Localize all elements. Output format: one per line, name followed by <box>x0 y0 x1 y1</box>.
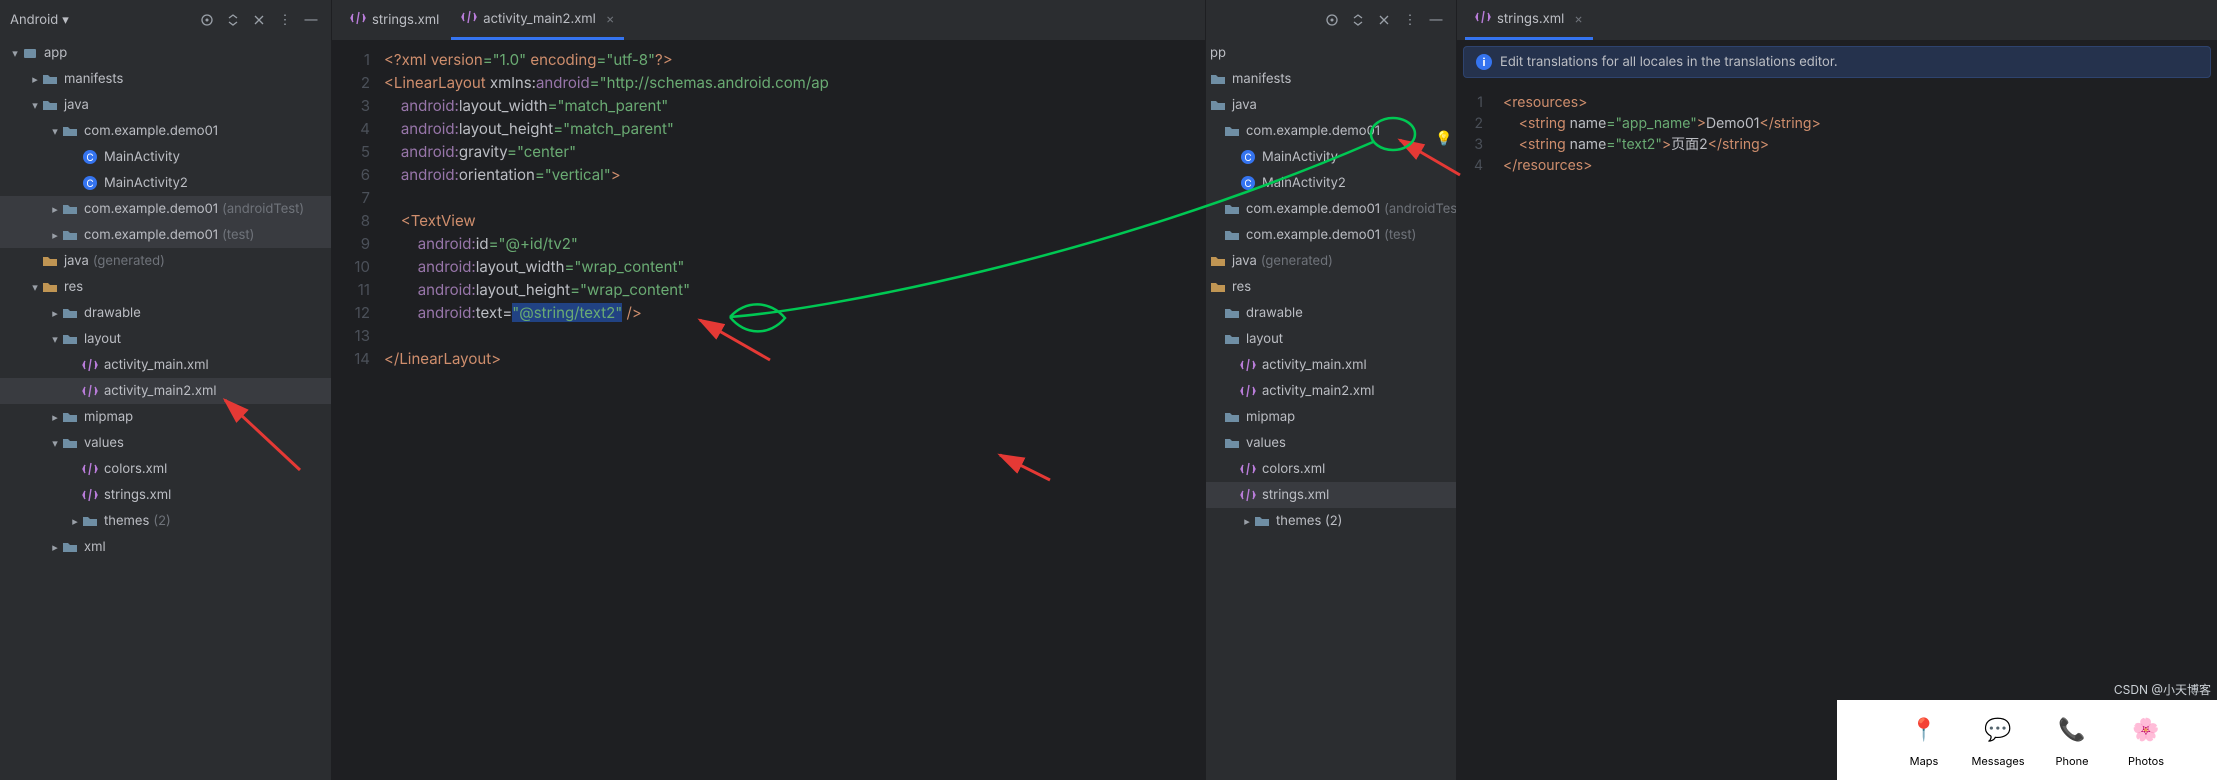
tree-app[interactable]: ▾app <box>0 40 331 66</box>
editor-tabs-right: strings.xml × <box>1457 0 2217 40</box>
tree-themes[interactable]: ▸themes(2) <box>0 508 331 534</box>
tab-label: activity_main2.xml <box>483 11 596 27</box>
close-icon[interactable] <box>1374 10 1394 30</box>
editor-gutter: 1234 5678 9101112 1314 <box>332 40 384 780</box>
tab-label: strings.xml <box>372 12 439 28</box>
locate-icon[interactable] <box>197 10 217 30</box>
xml-file-icon <box>1475 9 1491 29</box>
minimize-icon[interactable]: — <box>301 10 321 30</box>
tree-manifests[interactable]: ▸manifests <box>0 66 331 92</box>
close-icon[interactable] <box>249 10 269 30</box>
tree-drawable[interactable]: ▸drawable <box>0 300 331 326</box>
app-phone[interactable]: 📞Phone <box>2047 708 2097 768</box>
locate-icon[interactable] <box>1322 10 1342 30</box>
code-editor-strings[interactable]: 1234 <resources> <string name="app_name"… <box>1457 84 2217 176</box>
mini-pkg-androidtest[interactable]: com.example.demo01(androidTest) <box>1206 196 1456 222</box>
tree-pkg[interactable]: ▾com.example.demo01 <box>0 118 331 144</box>
tree-pkg-androidtest[interactable]: ▸com.example.demo01(androidTest) <box>0 196 331 222</box>
mini-mipmap[interactable]: mipmap <box>1206 404 1456 430</box>
more-icon[interactable]: ⋮ <box>1400 10 1420 30</box>
code-editor-main[interactable]: 1234 5678 9101112 1314 <?xml version="1.… <box>332 40 1205 780</box>
project-tree-left[interactable]: ▾app ▸manifests ▾java ▾com.example.demo0… <box>0 40 331 780</box>
svg-text:C: C <box>1244 152 1251 164</box>
tree-colors-xml[interactable]: colors.xml <box>0 456 331 482</box>
tree-res[interactable]: ▾res <box>0 274 331 300</box>
tree-java[interactable]: ▾java <box>0 92 331 118</box>
chevron-down-icon: ▾ <box>62 12 69 28</box>
expand-icon[interactable] <box>223 10 243 30</box>
mini-java-gen[interactable]: java(generated) <box>1206 248 1456 274</box>
mini-colors[interactable]: colors.xml <box>1206 456 1456 482</box>
tree-strings-xml[interactable]: strings.xml <box>0 482 331 508</box>
tree-xml-folder[interactable]: ▸xml <box>0 534 331 560</box>
tab-close-icon[interactable]: × <box>606 11 615 27</box>
tree-values[interactable]: ▾values <box>0 430 331 456</box>
mini-app[interactable]: pp <box>1206 40 1456 66</box>
info-icon: i <box>1476 54 1492 70</box>
mini-res[interactable]: res <box>1206 274 1456 300</box>
mini-manifests[interactable]: manifests <box>1206 66 1456 92</box>
tree-mipmap[interactable]: ▸mipmap <box>0 404 331 430</box>
tree-label: app <box>44 45 67 61</box>
project-view-dropdown[interactable]: Android ▾ <box>10 12 69 28</box>
code-body[interactable]: <resources> <string name="app_name">Demo… <box>1497 84 2217 176</box>
mini-values[interactable]: values <box>1206 430 1456 456</box>
mini-strings[interactable]: strings.xml <box>1206 482 1456 508</box>
watermark-text: CSDN @小天博客 <box>2114 681 2211 698</box>
minimize-icon[interactable]: — <box>1426 10 1446 30</box>
expand-icon[interactable] <box>1348 10 1368 30</box>
xml-file-icon <box>350 10 366 30</box>
translations-notice[interactable]: i Edit translations for all locales in t… <box>1463 46 2211 78</box>
svg-text:C: C <box>86 178 93 190</box>
more-icon[interactable]: ⋮ <box>275 10 295 30</box>
mini-mainactivity[interactable]: CMainActivity <box>1206 144 1456 170</box>
mini-activity-main2[interactable]: activity_main2.xml <box>1206 378 1456 404</box>
mini-drawable[interactable]: drawable <box>1206 300 1456 326</box>
tab-strings-xml[interactable]: strings.xml <box>340 0 449 40</box>
tree-java-gen[interactable]: java(generated) <box>0 248 331 274</box>
app-photos[interactable]: 🌸Photos <box>2121 708 2171 768</box>
svg-text:C: C <box>86 152 93 164</box>
editor-gutter: 1234 <box>1457 84 1497 176</box>
mini-java[interactable]: java <box>1206 92 1456 118</box>
code-body[interactable]: <?xml version="1.0" encoding="utf-8"?><L… <box>384 40 1205 780</box>
tree-mainactivity2[interactable]: CMainActivity2 <box>0 170 331 196</box>
mini-pkg-test[interactable]: com.example.demo01(test) <box>1206 222 1456 248</box>
project-tree-right[interactable]: pp manifests java com.example.demo01 CMa… <box>1206 40 1456 780</box>
tree-activity-main[interactable]: activity_main.xml <box>0 352 331 378</box>
tree-mainactivity[interactable]: CMainActivity <box>0 144 331 170</box>
mini-themes[interactable]: ▸themes (2) <box>1206 508 1456 534</box>
mini-activity-main[interactable]: activity_main.xml <box>1206 352 1456 378</box>
tree-layout[interactable]: ▾layout <box>0 326 331 352</box>
notice-text: Edit translations for all locales in the… <box>1500 54 1838 70</box>
app-maps[interactable]: 📍Maps <box>1899 708 1949 768</box>
intention-bulb-icon[interactable]: 💡 <box>1435 128 1452 149</box>
xml-file-icon <box>461 9 477 29</box>
project-view-label: Android <box>10 12 58 28</box>
tab-label: strings.xml <box>1497 11 1564 27</box>
mini-layout[interactable]: layout <box>1206 326 1456 352</box>
svg-text:C: C <box>1244 178 1251 190</box>
mini-pkg[interactable]: com.example.demo01 <box>1206 118 1456 144</box>
tab-activity-main2[interactable]: activity_main2.xml × <box>451 0 624 40</box>
tree-pkg-test[interactable]: ▸com.example.demo01(test) <box>0 222 331 248</box>
tab-close-icon[interactable]: × <box>1574 11 1583 27</box>
tab-strings-right[interactable]: strings.xml × <box>1465 0 1593 40</box>
editor-tabs-left: strings.xml activity_main2.xml × <box>332 0 1205 40</box>
mini-mainactivity2[interactable]: CMainActivity2 <box>1206 170 1456 196</box>
emulator-app-icons: 📍Maps 💬Messages 📞Phone 🌸Photos <box>1899 708 2171 768</box>
app-messages[interactable]: 💬Messages <box>1973 708 2023 768</box>
tree-activity-main2[interactable]: activity_main2.xml <box>0 378 331 404</box>
